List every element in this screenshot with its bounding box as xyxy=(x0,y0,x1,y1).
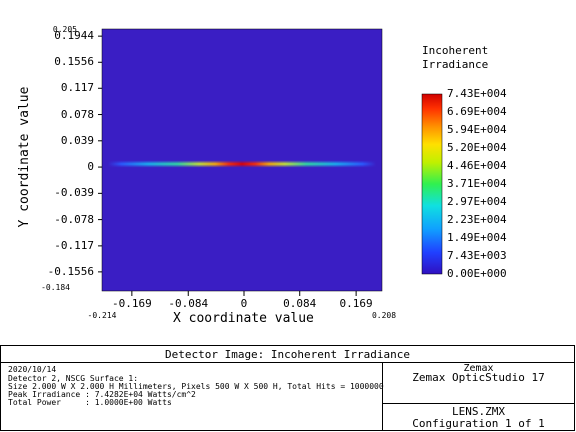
y-tick-label: -0.078 xyxy=(54,212,94,226)
colorbar-label: 4.46E+004 xyxy=(447,159,507,172)
colorbar xyxy=(421,93,443,275)
colorbar-label: 3.71E+004 xyxy=(447,177,507,190)
y-tick-label: 0.039 xyxy=(60,133,94,147)
x-min-label: -0.214 xyxy=(87,311,117,320)
x-tick-label: 0.084 xyxy=(283,297,317,310)
x-axis-title: X coordinate value xyxy=(173,311,314,326)
colorbar-label: 2.23E+004 xyxy=(447,213,507,226)
x-tick-label: 0 xyxy=(240,297,248,310)
colorbar-label: 0.00E+000 xyxy=(447,267,507,280)
colorbar-title-2: Irradiance xyxy=(422,58,489,71)
y-tick-label: -0.117 xyxy=(54,238,94,252)
colorbar-label: 5.94E+004 xyxy=(447,123,507,136)
colorbar-label: 1.49E+004 xyxy=(447,231,507,244)
footer-power: Total Power : 1.0000E+00 Watts xyxy=(8,398,172,407)
heatmap-area xyxy=(101,28,383,292)
colorbar-label: 2.97E+004 xyxy=(447,195,507,208)
x-tick-label: 0.169 xyxy=(339,297,373,310)
colorbar-title-1: Incoherent xyxy=(422,44,489,57)
colorbar-label: 7.43E+003 xyxy=(447,249,507,262)
y-tick-label: 0.078 xyxy=(60,107,94,121)
colorbar-label: 6.69E+004 xyxy=(447,105,507,118)
footer-date: 2020/10/14 xyxy=(8,365,57,374)
footer-title: Detector Image: Incoherent Irradiance xyxy=(164,348,411,361)
y-min-label: -0.184 xyxy=(41,283,70,292)
footer-panel: Detector Image: Incoherent Irradiance 20… xyxy=(0,345,575,431)
y-tick-label: 0 xyxy=(87,160,94,174)
colorbar-label: 7.43E+004 xyxy=(447,87,507,100)
footer-product: Zemax OpticStudio 17 xyxy=(412,371,545,384)
x-tick-label: -0.169 xyxy=(111,297,152,310)
y-tick-label: 0.117 xyxy=(60,81,94,95)
y-tick-label: 0.1556 xyxy=(54,55,94,69)
footer-config: Configuration 1 of 1 xyxy=(412,417,545,430)
beam-line-fade xyxy=(108,160,376,168)
y-tick-label: -0.1556 xyxy=(47,264,94,278)
y-axis-title: Y coordinate value xyxy=(17,86,32,228)
colorbar-label: 5.20E+004 xyxy=(447,141,507,154)
y-max-label: 0.205 xyxy=(52,25,77,34)
y-tick-label: -0.039 xyxy=(54,186,94,200)
x-tick-label: -0.084 xyxy=(168,297,209,310)
x-max-label: 0.208 xyxy=(371,311,397,320)
x-axis-ticks xyxy=(131,291,357,296)
y-axis-ticks xyxy=(98,35,102,273)
